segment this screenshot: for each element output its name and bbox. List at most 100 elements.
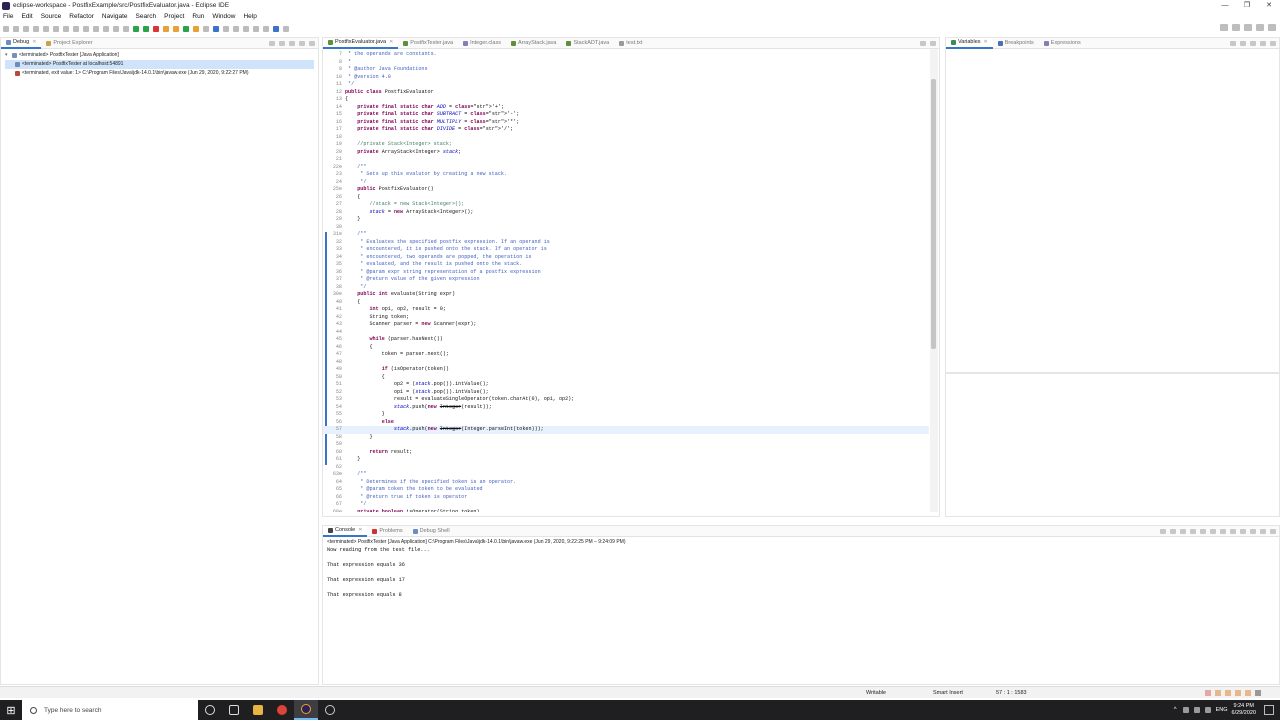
task-view-button[interactable]: [222, 700, 246, 720]
code-line[interactable]: 64 * Determines if the specified token i…: [323, 479, 929, 487]
view-menu-icon[interactable]: [289, 40, 295, 46]
code-line[interactable]: 23 * Sets up this evalutor by creating a…: [323, 171, 929, 179]
code-line[interactable]: 30: [323, 224, 929, 232]
toggle-mark-occurrences-icon[interactable]: [213, 25, 219, 32]
code-line[interactable]: 7 * the operands are constants.: [323, 51, 929, 59]
code-line[interactable]: 57 stack.push(new Integer(Integer.parseI…: [323, 426, 929, 434]
pin-console-icon[interactable]: [1230, 528, 1236, 534]
code-line[interactable]: 14 private final static char ADD = class…: [323, 104, 929, 112]
tab-debug-shell[interactable]: Debug Shell: [408, 526, 455, 537]
pin-editor-icon[interactable]: [273, 25, 279, 32]
menu-run[interactable]: Run: [192, 13, 204, 20]
step-return-icon[interactable]: [103, 25, 109, 32]
code-line[interactable]: 9 * @author Java Foundations: [323, 66, 929, 74]
tab-project-explorer[interactable]: Project Explorer: [41, 38, 97, 49]
code-line[interactable]: 25⊖ public PostfixEvaluator(): [323, 186, 929, 194]
forward-icon[interactable]: [263, 25, 269, 32]
code-line[interactable]: 67 */: [323, 501, 929, 509]
code-line[interactable]: 26 {: [323, 194, 929, 202]
prev-annotation-icon[interactable]: [233, 25, 239, 32]
code-line[interactable]: 40 {: [323, 299, 929, 307]
code-line[interactable]: 54 stack.push(new Integer(result));: [323, 404, 929, 412]
close-button[interactable]: ✕: [1258, 0, 1280, 11]
code-line[interactable]: 29 }: [323, 216, 929, 224]
menu-source[interactable]: Source: [41, 13, 62, 20]
git-perspective-icon[interactable]: [1268, 24, 1276, 31]
save-all-icon[interactable]: [23, 25, 29, 32]
display-console-icon[interactable]: [1240, 528, 1246, 534]
code-line[interactable]: 18: [323, 134, 929, 142]
code-line[interactable]: 47 token = parser.next();: [323, 351, 929, 359]
word-wrap-icon[interactable]: [1210, 528, 1216, 534]
code-line[interactable]: 58 }: [323, 434, 929, 442]
open-perspective-icon[interactable]: [1232, 24, 1240, 31]
step-over-icon[interactable]: [93, 25, 99, 32]
tree-item-launch[interactable]: ▾ <terminated> PostfixTester [Java Appli…: [5, 51, 314, 60]
collapse-all-icon[interactable]: [1240, 40, 1246, 46]
code-line[interactable]: 55 }: [323, 411, 929, 419]
clock[interactable]: 9:24 PM 6/29/2020: [1232, 703, 1256, 717]
tab-stack-adt[interactable]: StackADT.java: [561, 38, 614, 49]
menu-help[interactable]: Help: [243, 13, 256, 20]
tab-debug[interactable]: Debug ✕: [1, 37, 42, 49]
code-line[interactable]: 35 * evaluated, and the result is pushed…: [323, 261, 929, 269]
code-line[interactable]: 17 private final static char DIVIDE = cl…: [323, 126, 929, 134]
status-icon[interactable]: [1255, 689, 1261, 696]
menu-project[interactable]: Project: [164, 13, 184, 20]
tree-item-process[interactable]: <terminated, exit value: 1> C:\Program F…: [5, 69, 314, 78]
code-line[interactable]: 43 Scanner parser = new Scanner(expr);: [323, 321, 929, 329]
close-icon[interactable]: ✕: [389, 39, 393, 45]
code-line[interactable]: 20 private ArrayStack<Integer> stack;: [323, 149, 929, 157]
run-icon[interactable]: [133, 25, 139, 32]
external-tools-icon[interactable]: [153, 25, 159, 32]
code-line[interactable]: 28 stack = new ArrayStack<Integer>();: [323, 209, 929, 217]
remove-all-terminated-icon[interactable]: [1180, 528, 1186, 534]
clear-console-icon[interactable]: [1190, 528, 1196, 534]
disconnect-icon[interactable]: [73, 25, 79, 32]
collapse-all-icon[interactable]: [269, 40, 275, 46]
volume-icon[interactable]: [1193, 707, 1200, 713]
code-line[interactable]: 62: [323, 464, 929, 472]
remove-terminated-icon[interactable]: [279, 40, 285, 46]
cortana-button[interactable]: [198, 700, 222, 720]
resume-icon[interactable]: [43, 25, 49, 32]
maximize-view-icon[interactable]: [309, 40, 315, 46]
file-explorer-button[interactable]: [246, 700, 270, 720]
java-perspective-icon[interactable]: [1244, 24, 1252, 31]
code-line[interactable]: 16 private final static char MULTIPLY = …: [323, 119, 929, 127]
tab-variables[interactable]: Variables ✕: [946, 37, 993, 49]
code-line[interactable]: 53 result = evaluateSingleOperator(token…: [323, 396, 929, 404]
code-line[interactable]: 39⊖ public int evaluate(String expr): [323, 291, 929, 299]
code-line[interactable]: 61 }: [323, 456, 929, 464]
code-line[interactable]: 66 * @return true if token is operator: [323, 494, 929, 502]
code-line[interactable]: 46 {: [323, 344, 929, 352]
maximize-view-icon[interactable]: [1270, 40, 1276, 46]
code-line[interactable]: 36 * @param expr string representation o…: [323, 269, 929, 277]
tab-breakpoints[interactable]: Breakpoints: [993, 38, 1039, 49]
code-line[interactable]: 65 * @param token the token to be evalua…: [323, 486, 929, 494]
code-line[interactable]: 8 *: [323, 59, 929, 67]
code-line[interactable]: 50 {: [323, 374, 929, 382]
tab-expressions[interactable]: Expressions: [1039, 38, 1086, 49]
quick-access-search-icon[interactable]: [1220, 24, 1228, 31]
restore-button[interactable]: ❐: [1236, 0, 1258, 11]
code-line[interactable]: 56 else: [323, 419, 929, 427]
coverage-icon[interactable]: [143, 25, 149, 32]
code-line[interactable]: 24 */: [323, 179, 929, 187]
tab-integer-class[interactable]: Integer.class: [458, 38, 506, 49]
code-line[interactable]: 22⊖ /**: [323, 164, 929, 172]
minimize-button[interactable]: —: [1214, 0, 1236, 11]
debug-run-icon[interactable]: [123, 25, 129, 32]
code-line[interactable]: 44: [323, 329, 929, 337]
tree-item-vm[interactable]: <terminated> PostfixTester at localhost:…: [5, 60, 314, 69]
last-edit-location-icon[interactable]: [243, 25, 249, 32]
suspend-icon[interactable]: [53, 25, 59, 32]
chrome-button[interactable]: [270, 700, 294, 720]
editor-scrollbar[interactable]: [930, 49, 938, 512]
next-annotation-icon[interactable]: [223, 25, 229, 32]
code-line[interactable]: 48: [323, 359, 929, 367]
menu-refactor[interactable]: Refactor: [69, 13, 94, 20]
code-line[interactable]: 32 * Evaluates the specified postfix exp…: [323, 239, 929, 247]
toolbar-misc-icon[interactable]: [283, 25, 289, 32]
status-icon[interactable]: [1205, 689, 1211, 696]
